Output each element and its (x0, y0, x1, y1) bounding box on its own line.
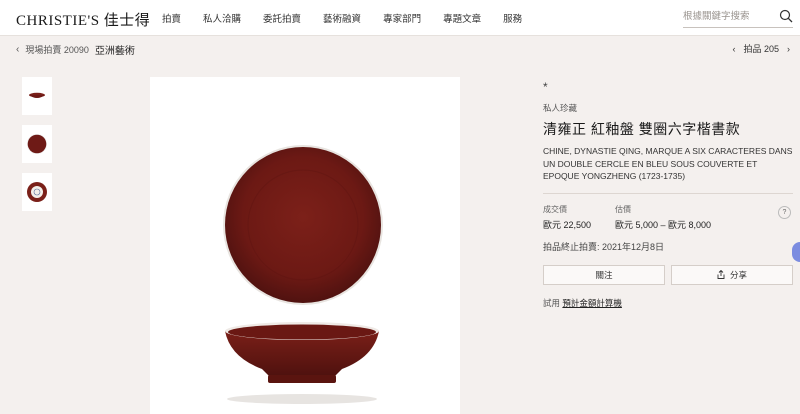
share-label: 分享 (729, 269, 747, 280)
sold-price-label: 成交價 (543, 204, 567, 214)
breadcrumb-row: ‹ 現場拍賣 20090 亞洲藝術 ‹ 拍品 205 › (0, 36, 800, 62)
calculator-link[interactable]: 預計金額計算機 (562, 298, 622, 308)
breadcrumb[interactable]: ‹ 現場拍賣 20090 亞洲藝術 (16, 42, 135, 57)
nav-consign[interactable]: 委託拍賣 (263, 11, 301, 25)
estimate-block: 估價 歐元 5,000 – 歐元 8,000 (615, 204, 711, 231)
nav-art-finance[interactable]: 藝術融資 (323, 11, 361, 25)
search-icon[interactable] (779, 9, 793, 23)
chevron-left-icon: ‹ (16, 44, 20, 55)
search-input[interactable] (683, 6, 771, 27)
thumbnail-top-view[interactable] (22, 125, 52, 163)
lot-title: 清雍正 紅釉盤 雙圈六字楷書款 (543, 121, 741, 137)
sold-price-value: 歐元 22,500 (543, 219, 592, 230)
follow-button[interactable]: 關注 (543, 264, 665, 285)
red-glazed-dish-image (223, 145, 383, 404)
divider (543, 192, 793, 194)
follow-label: 關注 (595, 269, 613, 280)
lot-number: 拍品 205 (743, 44, 779, 54)
lot-description: CHINE, DYNASTIE QING, MARQUE A SIX CARAC… (543, 146, 793, 181)
search-box (683, 6, 793, 28)
main-lot-image[interactable] (150, 77, 460, 414)
side-floating-button[interactable] (792, 242, 800, 262)
estimate-value: 歐元 5,000 – 歐元 8,000 (615, 219, 712, 230)
lot-details-panel: * 私人珍藏 清雍正 紅釉盤 雙圈六字楷書款 CHINE, DYNASTIE Q… (543, 80, 793, 309)
share-button[interactable]: 分享 (671, 264, 793, 285)
breadcrumb-department[interactable]: 亞洲藝術 (95, 42, 135, 57)
nav-private-sales[interactable]: 私人洽購 (203, 11, 241, 25)
estimate-calculator-row: 試用 預計金額計算機 (543, 297, 793, 309)
price-section: 成交價 歐元 22,500 估價 歐元 5,000 – 歐元 8,000 ? (543, 204, 793, 232)
share-icon (717, 270, 725, 279)
next-lot-icon[interactable]: › (787, 44, 790, 54)
nav-auctions[interactable]: 拍賣 (162, 11, 181, 25)
thumbnail-base-view[interactable] (22, 173, 52, 211)
sold-price-block: 成交價 歐元 22,500 (543, 204, 591, 231)
christies-logo[interactable]: CHRISTIE'S 佳士得 (16, 9, 150, 30)
action-buttons: 關注 分享 (543, 264, 793, 285)
nav-stories[interactable]: 專題文章 (443, 11, 481, 25)
previous-lot-icon[interactable]: ‹ (732, 44, 735, 54)
help-icon[interactable]: ? (778, 205, 791, 219)
dish-top-image (27, 134, 47, 154)
calculator-prefix: 試用 (543, 297, 561, 308)
lot-symbol[interactable]: * (543, 80, 793, 94)
breadcrumb-sale[interactable]: 現場拍賣 20090 (25, 43, 89, 56)
lot-navigation: ‹ 拍品 205 › (732, 42, 790, 55)
main-nav: 拍賣 私人洽購 委託拍賣 藝術融資 專家部門 專題文章 服務 (162, 11, 544, 25)
thumbnail-side-view[interactable] (22, 77, 52, 115)
top-navigation-bar: CHRISTIE'S 佳士得 拍賣 私人洽購 委託拍賣 藝術融資 專家部門 專題… (0, 0, 800, 36)
thumbnail-list (22, 77, 52, 221)
dish-base-image (27, 182, 47, 202)
provenance-label: 私人珍藏 (543, 103, 578, 113)
estimate-label: 估價 (615, 204, 631, 214)
dish-side-image (29, 92, 45, 98)
nav-departments[interactable]: 專家部門 (383, 11, 421, 25)
nav-services[interactable]: 服務 (503, 11, 522, 25)
auction-end-date: 拍品終止拍賣: 2021年12月8日 (543, 241, 665, 252)
